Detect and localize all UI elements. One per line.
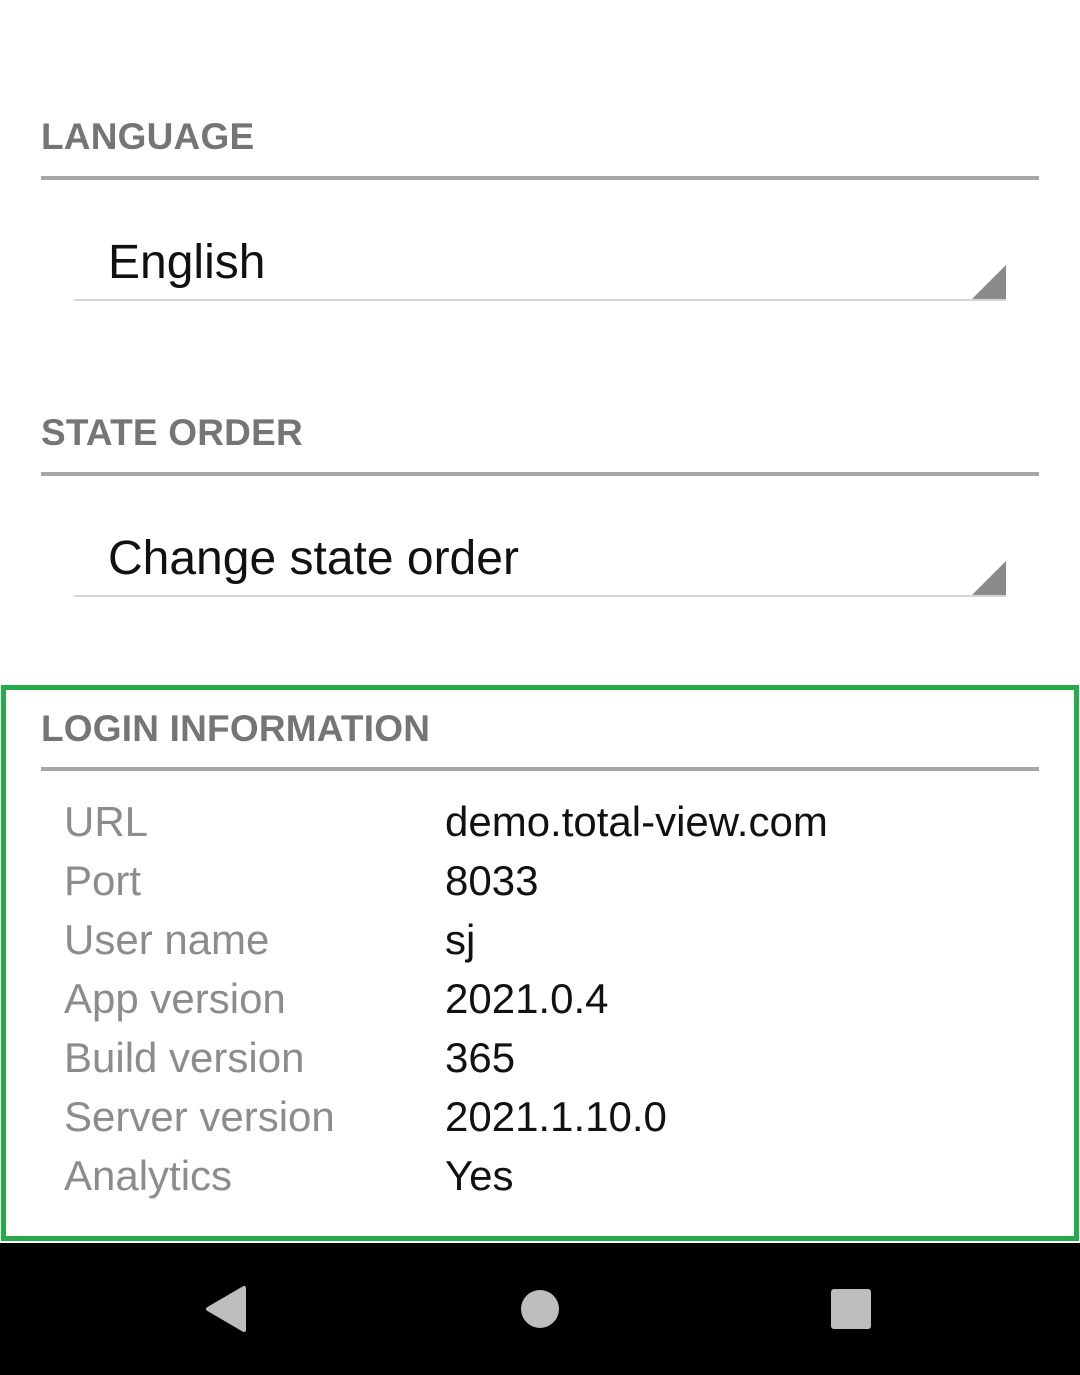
info-row-analytics: Analytics Yes xyxy=(64,1146,1054,1205)
home-icon xyxy=(521,1290,559,1328)
language-section-header: LANGUAGE xyxy=(41,116,1039,180)
info-value: 2021.0.4 xyxy=(445,974,609,1022)
login-information-table: URL demo.total-view.com Port 8033 User n… xyxy=(64,792,1054,1205)
info-label: Analytics xyxy=(64,1151,233,1199)
info-value: 2021.1.10.0 xyxy=(445,1092,667,1140)
language-spinner[interactable]: English xyxy=(74,221,1006,301)
info-label: URL xyxy=(64,797,149,845)
language-header-label: LANGUAGE xyxy=(41,116,255,157)
state-order-section-header: STATE ORDER xyxy=(41,412,1039,476)
info-row-url: URL demo.total-view.com xyxy=(64,792,1054,851)
info-label: App version xyxy=(64,974,286,1022)
info-row-user-name: User name sj xyxy=(64,910,1054,969)
settings-screen: LANGUAGE English STATE ORDER Change stat… xyxy=(0,0,1080,1375)
info-value: Yes xyxy=(445,1151,514,1199)
info-row-port: Port 8033 xyxy=(64,851,1054,910)
recent-apps-icon xyxy=(831,1289,871,1329)
info-row-server-version: Server version 2021.1.10.0 xyxy=(64,1087,1054,1146)
nav-recent-apps-button[interactable] xyxy=(791,1243,911,1375)
login-information-header-label: LOGIN INFORMATION xyxy=(41,708,431,749)
info-label: Build version xyxy=(64,1033,305,1081)
info-row-app-version: App version 2021.0.4 xyxy=(64,969,1054,1028)
language-selected-value: English xyxy=(108,236,266,289)
nav-home-button[interactable] xyxy=(480,1243,600,1375)
info-value: demo.total-view.com xyxy=(445,797,828,845)
info-value: sj xyxy=(445,915,476,963)
info-label: Server version xyxy=(64,1092,335,1140)
info-value: 365 xyxy=(445,1033,516,1081)
back-icon xyxy=(206,1286,246,1332)
state-order-header-label: STATE ORDER xyxy=(41,412,303,453)
info-value: 8033 xyxy=(445,856,539,904)
info-label: Port xyxy=(64,856,142,904)
info-label: User name xyxy=(64,915,270,963)
info-row-build-version: Build version 365 xyxy=(64,1028,1054,1087)
dropdown-arrow-icon xyxy=(972,561,1006,595)
nav-back-button[interactable] xyxy=(166,1243,286,1375)
login-information-section-header: LOGIN INFORMATION xyxy=(41,708,1039,771)
state-order-spinner[interactable]: Change state order xyxy=(74,517,1006,597)
dropdown-arrow-icon xyxy=(972,265,1006,299)
state-order-selected-value: Change state order xyxy=(108,532,519,585)
android-navigation-bar xyxy=(0,1243,1080,1375)
